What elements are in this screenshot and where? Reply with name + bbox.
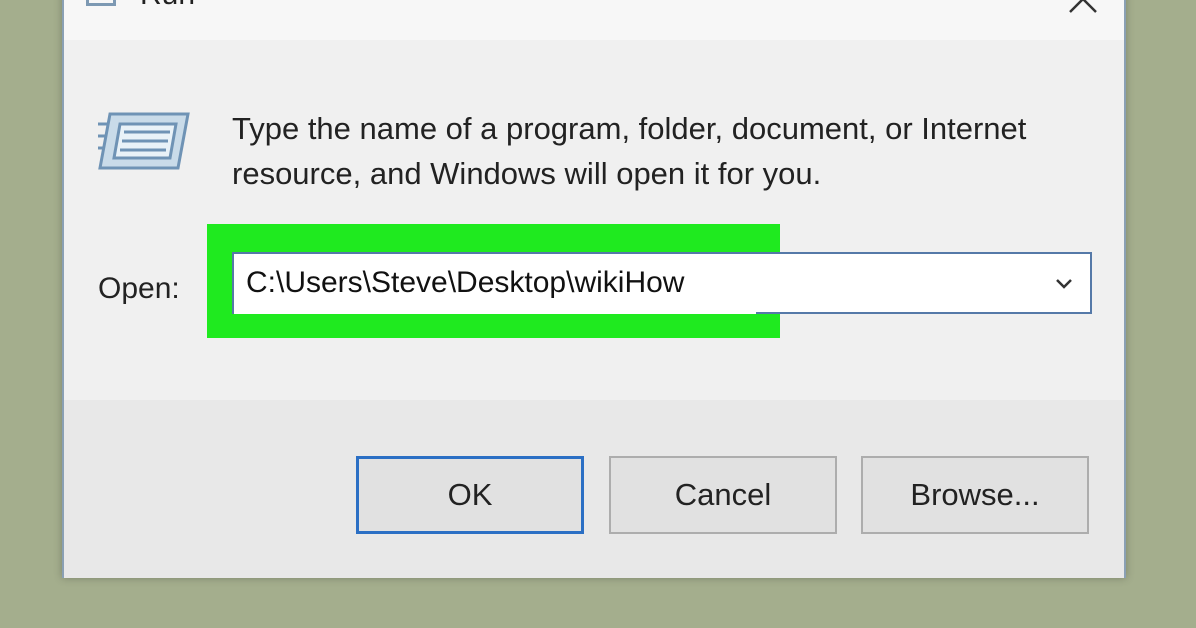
close-button[interactable] — [1060, 0, 1104, 24]
cancel-button[interactable]: Cancel — [609, 456, 837, 534]
dropdown-button[interactable] — [1050, 270, 1078, 298]
open-label: Open: — [98, 272, 180, 305]
button-row: OK Cancel Browse... — [64, 400, 1124, 578]
browse-button[interactable]: Browse... — [861, 456, 1089, 534]
run-window-icon — [86, 0, 116, 6]
close-icon — [1069, 0, 1097, 13]
run-program-icon — [98, 110, 194, 174]
run-dialog: Run Type the name of a program, folder, … — [62, 0, 1126, 578]
title-bar: Run — [64, 0, 1124, 41]
open-input[interactable]: C:\Users\Steve\Desktop\wikiHow — [234, 254, 756, 314]
open-input-value: C:\Users\Steve\Desktop\wikiHow — [246, 266, 685, 299]
dialog-body: Type the name of a program, folder, docu… — [64, 40, 1124, 400]
chevron-down-icon — [1056, 279, 1072, 289]
instruction-text: Type the name of a program, folder, docu… — [232, 111, 1027, 191]
window-title: Run — [140, 0, 195, 12]
ok-button[interactable]: OK — [356, 456, 584, 534]
